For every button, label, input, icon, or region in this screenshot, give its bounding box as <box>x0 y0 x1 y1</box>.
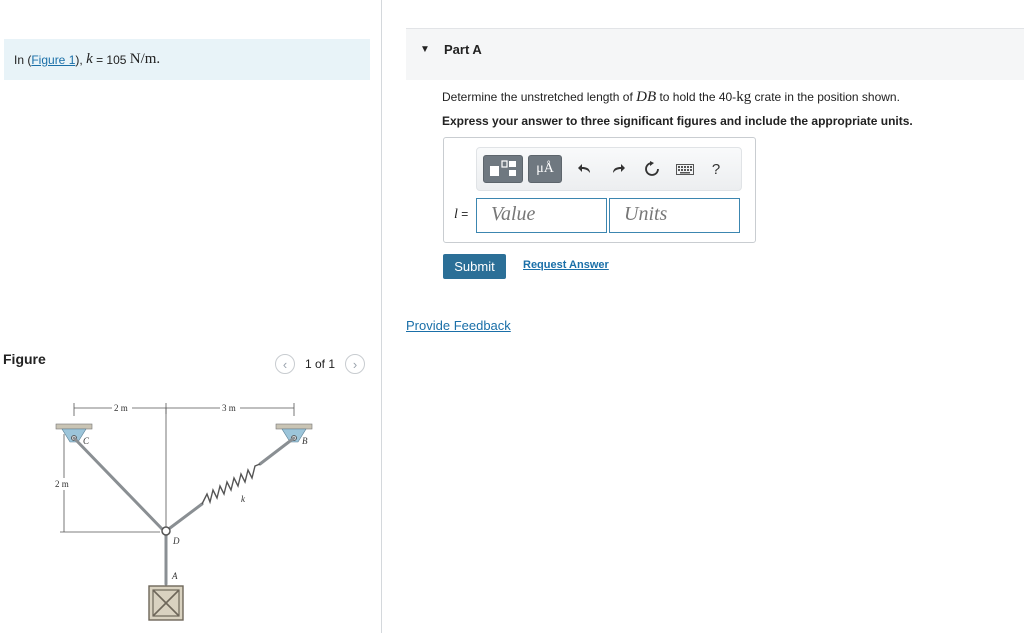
caret-down-icon[interactable]: ▼ <box>420 44 430 55</box>
figure-diagram: 2 m 3 m 2 m C B D A k <box>54 402 313 621</box>
pager-count: 1 of 1 <box>305 357 336 371</box>
k-variable: k <box>86 51 93 67</box>
question-mid: to hold the 40- <box>656 90 737 104</box>
dim-label-vertical: 2 m <box>55 479 69 489</box>
question-post: crate in the position shown. <box>751 90 900 104</box>
submit-button[interactable]: Submit <box>443 254 506 279</box>
question-text: Determine the unstretched length of DB t… <box>442 89 900 106</box>
redo-icon[interactable] <box>607 155 629 183</box>
value-input[interactable]: Value <box>476 198 607 233</box>
answer-variable-label: l = <box>454 207 468 223</box>
spring <box>201 463 261 505</box>
problem-prefix: In ( <box>14 52 32 67</box>
crate <box>148 585 184 621</box>
request-answer-link[interactable]: Request Answer <box>523 259 609 271</box>
question-variable: DB <box>636 89 657 105</box>
dim-label-right: 3 m <box>222 403 236 413</box>
math-toolbar: μÅ ? <box>476 147 742 191</box>
point-label-a: A <box>171 571 178 581</box>
chevron-right-icon[interactable]: › <box>345 354 366 374</box>
answer-equals: = <box>457 207 469 221</box>
undo-icon[interactable] <box>574 155 596 183</box>
answer-box: μÅ ? l = Value Units <box>443 137 756 243</box>
dim-label-left: 2 m <box>114 403 128 413</box>
mu-angstrom-label: μÅ <box>536 161 554 176</box>
figure-pager: ‹ 1 of 1 › <box>275 353 366 375</box>
spring-label-k: k <box>241 494 246 504</box>
problem-equals: = 105 <box>92 52 130 67</box>
problem-suffix: ), <box>75 52 83 67</box>
problem-statement: In (Figure 1), k = 105 N/m. <box>4 39 370 80</box>
k-unit: N/m. <box>129 51 161 67</box>
left-panel: In (Figure 1), k = 105 N/m. Figure ‹ 1 o… <box>0 0 381 633</box>
help-icon[interactable]: ? <box>705 155 727 183</box>
reset-icon[interactable] <box>641 155 663 183</box>
help-label: ? <box>711 160 721 178</box>
keyboard-icon[interactable] <box>673 155 697 183</box>
question-unit: kg <box>736 89 752 105</box>
provide-feedback-link[interactable]: Provide Feedback <box>406 318 511 333</box>
point-label-c: C <box>83 436 90 446</box>
chevron-left-icon[interactable]: ‹ <box>275 354 295 374</box>
figure-title: Figure <box>3 351 46 367</box>
template-icon[interactable] <box>483 155 523 183</box>
point-label-b: B <box>302 436 308 446</box>
figure-link[interactable]: Figure 1 <box>31 53 75 67</box>
mu-angstrom-icon[interactable]: μÅ <box>528 155 562 183</box>
part-header[interactable]: ▼ Part A <box>406 29 1024 80</box>
instruction-text: Express your answer to three significant… <box>442 114 913 128</box>
units-input[interactable]: Units <box>609 198 740 233</box>
part-title: Part A <box>444 42 482 57</box>
point-label-d: D <box>172 536 180 546</box>
right-panel: ▼ Part A Determine the unstretched lengt… <box>382 0 1024 633</box>
question-pre: Determine the unstretched length of <box>442 90 637 104</box>
